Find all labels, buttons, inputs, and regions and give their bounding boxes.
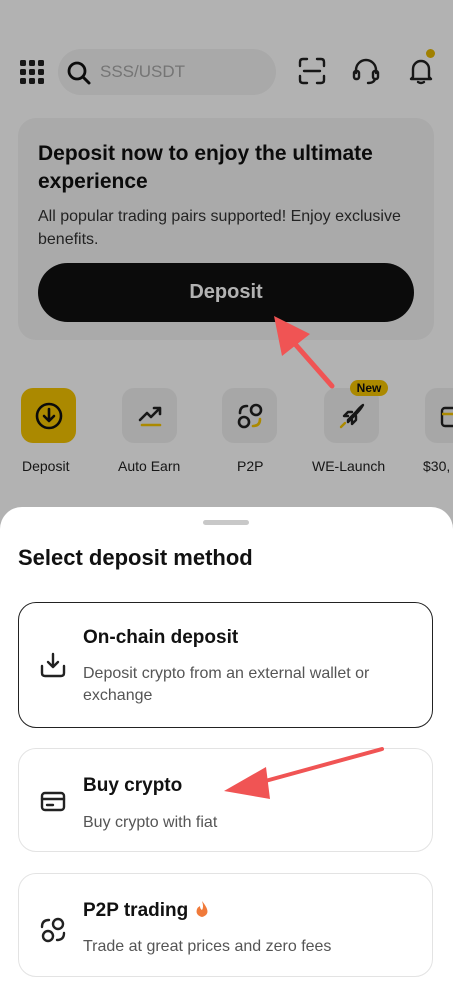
- sheet-drag-handle[interactable]: [203, 520, 249, 525]
- option-on-chain-deposit[interactable]: On-chain deposit Deposit crypto from an …: [18, 602, 433, 728]
- deposit-method-sheet: Select deposit method On-chain deposit D…: [0, 507, 453, 999]
- download-tray-icon: [40, 652, 66, 678]
- option-description: Trade at great prices and zero fees: [83, 938, 332, 955]
- option-description: Buy crypto with fiat: [83, 814, 218, 831]
- option-p2p-trading[interactable]: P2P trading Trade at great prices and ze…: [18, 873, 433, 977]
- p2p-icon: [40, 917, 66, 943]
- option-title: On-chain deposit: [83, 627, 239, 648]
- option-title: Buy crypto: [83, 775, 183, 796]
- sheet-title: Select deposit method: [18, 545, 253, 570]
- fire-icon: [196, 901, 208, 917]
- card-icon: [40, 791, 66, 812]
- option-description: Deposit crypto from an external wallet o…: [83, 665, 370, 704]
- option-buy-crypto[interactable]: Buy crypto Buy crypto with fiat: [18, 748, 433, 852]
- option-title: P2P trading: [83, 900, 189, 921]
